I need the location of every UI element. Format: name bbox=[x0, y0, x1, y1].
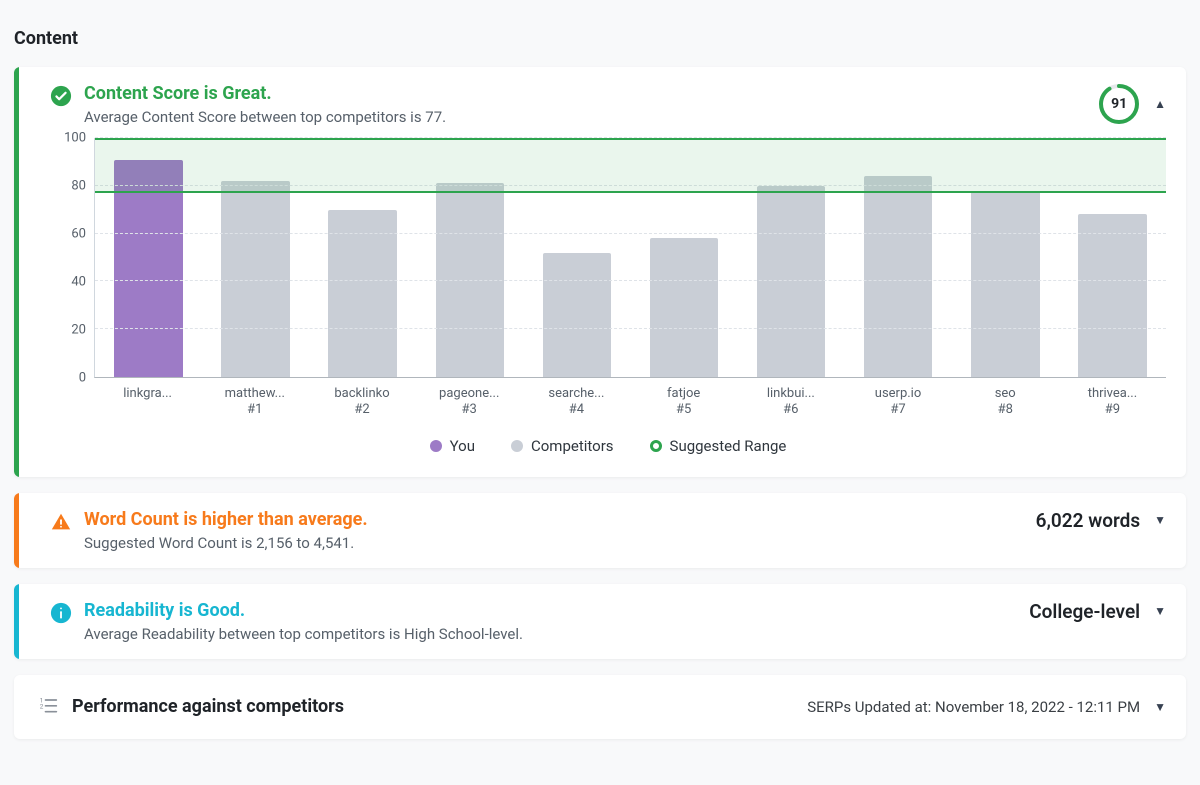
x-tick: pageone...#3 bbox=[416, 386, 523, 419]
x-axis: linkgra...matthew...#1backlinko#2pageone… bbox=[94, 386, 1166, 419]
caret-down-icon[interactable]: ▼ bbox=[1154, 604, 1166, 618]
chart-legend: You Competitors Suggested Range bbox=[50, 437, 1166, 455]
card-accent-green bbox=[14, 67, 19, 477]
legend-competitors-label: Competitors bbox=[531, 437, 614, 455]
readability-subtitle: Average Readability between top competit… bbox=[84, 625, 523, 643]
bar-competitor[interactable] bbox=[650, 238, 719, 377]
x-tick: fatjoe#5 bbox=[630, 386, 737, 419]
bar-competitor[interactable] bbox=[543, 253, 612, 377]
content-score-title: Content Score is Great. bbox=[84, 83, 446, 104]
bar-competitor[interactable] bbox=[328, 210, 397, 377]
x-tick: backlinko#2 bbox=[308, 386, 415, 419]
gridline bbox=[95, 280, 1166, 281]
y-tick: 20 bbox=[71, 323, 86, 338]
suggested-range-band bbox=[95, 138, 1166, 193]
score-ring: 91 bbox=[1098, 83, 1140, 125]
bar-competitor[interactable] bbox=[1078, 214, 1147, 377]
content-score-card: Content Score is Great. Average Content … bbox=[14, 67, 1186, 477]
dot-icon bbox=[430, 440, 442, 452]
chart-plot bbox=[94, 138, 1166, 378]
score-ring-value: 91 bbox=[1098, 83, 1140, 125]
legend-you: You bbox=[430, 437, 475, 455]
y-axis: 020406080100 bbox=[50, 138, 94, 378]
caret-down-icon[interactable]: ▼ bbox=[1154, 513, 1166, 527]
list-icon: 12 bbox=[38, 695, 58, 719]
content-score-chart: 020406080100 linkgra...matthew...#1backl… bbox=[50, 138, 1166, 455]
readability-value: College-level bbox=[1029, 600, 1140, 623]
warning-triangle-icon bbox=[50, 511, 72, 537]
caret-down-icon[interactable]: ▼ bbox=[1154, 700, 1166, 714]
info-circle-icon bbox=[50, 602, 72, 628]
word-count-title: Word Count is higher than average. bbox=[84, 509, 368, 530]
y-tick: 0 bbox=[79, 371, 86, 386]
x-tick: userp.io#7 bbox=[844, 386, 951, 419]
gridline bbox=[95, 233, 1166, 234]
bar-competitor[interactable] bbox=[864, 176, 933, 377]
x-tick: linkgra... bbox=[94, 386, 201, 419]
readability-card[interactable]: Readability is Good. Average Readability… bbox=[14, 584, 1186, 659]
bar-competitor[interactable] bbox=[971, 191, 1040, 377]
performance-title: Performance against competitors bbox=[72, 696, 344, 717]
legend-suggested-label: Suggested Range bbox=[670, 437, 787, 455]
readability-title: Readability is Good. bbox=[84, 600, 523, 621]
x-tick: thrivea...#9 bbox=[1059, 386, 1166, 419]
gridline bbox=[95, 328, 1166, 329]
y-tick: 60 bbox=[71, 227, 86, 242]
card-accent-orange bbox=[14, 493, 19, 568]
word-count-subtitle: Suggested Word Count is 2,156 to 4,541. bbox=[84, 534, 368, 552]
dot-icon bbox=[511, 440, 523, 452]
bar-competitor[interactable] bbox=[757, 186, 826, 377]
section-title: Content bbox=[14, 28, 1186, 49]
performance-card[interactable]: 12 Performance against competitors SERPs… bbox=[14, 675, 1186, 739]
legend-you-label: You bbox=[450, 437, 475, 455]
ring-icon bbox=[650, 440, 662, 452]
y-tick: 80 bbox=[71, 179, 86, 194]
svg-text:2: 2 bbox=[40, 702, 44, 710]
content-score-subtitle: Average Content Score between top compet… bbox=[84, 108, 446, 126]
x-tick: linkbui...#6 bbox=[737, 386, 844, 419]
caret-up-icon[interactable]: ▲ bbox=[1154, 97, 1166, 111]
word-count-card[interactable]: Word Count is higher than average. Sugge… bbox=[14, 493, 1186, 568]
card-accent-cyan bbox=[14, 584, 19, 659]
x-tick: searche...#4 bbox=[523, 386, 630, 419]
serps-updated-label: SERPs Updated at: November 18, 2022 - 12… bbox=[807, 698, 1140, 716]
legend-suggested: Suggested Range bbox=[650, 437, 787, 455]
y-tick: 100 bbox=[64, 131, 86, 146]
x-tick: matthew...#1 bbox=[201, 386, 308, 419]
y-tick: 40 bbox=[71, 275, 86, 290]
legend-competitors: Competitors bbox=[511, 437, 614, 455]
bar-competitor[interactable] bbox=[221, 181, 290, 377]
check-circle-icon bbox=[50, 85, 72, 111]
word-count-value: 6,022 words bbox=[1036, 509, 1141, 532]
x-tick: seo#8 bbox=[952, 386, 1059, 419]
